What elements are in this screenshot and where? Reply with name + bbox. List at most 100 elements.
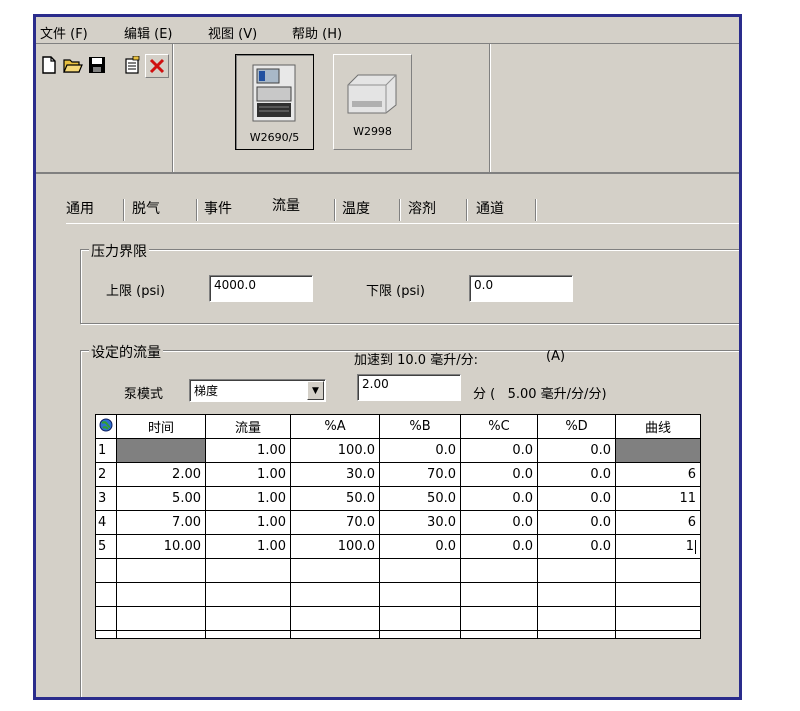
tab-separator xyxy=(466,199,467,221)
tab-separator xyxy=(334,199,335,221)
delete-button[interactable] xyxy=(145,54,169,78)
ramp-rate-label: 分 ( 5.00 毫升/分/分) xyxy=(473,387,607,402)
flow-cell[interactable]: 1.00 xyxy=(205,486,291,511)
percent-d-cell[interactable]: 0.0 xyxy=(537,462,616,487)
toolbar-area: W2690/5 W2998 xyxy=(36,44,739,174)
module-w2690[interactable]: W2690/5 xyxy=(235,54,314,150)
percent-b-cell[interactable]: 30.0 xyxy=(379,510,461,535)
percent-b-cell[interactable]: 0.0 xyxy=(379,534,461,559)
open-icon xyxy=(63,59,83,73)
tab-solvents[interactable]: 溶剂 xyxy=(408,195,436,223)
percent-a-cell[interactable]: 30.0 xyxy=(290,462,380,487)
row-number[interactable]: 1 xyxy=(95,438,117,463)
col-header-b[interactable]: %B xyxy=(379,414,461,439)
col-header-d[interactable]: %D xyxy=(537,414,616,439)
tab-events[interactable]: 事件 xyxy=(204,195,232,223)
table-row-empty[interactable] xyxy=(95,606,701,631)
menu-bar: 文件 (F) 编辑 (E) 视图 (V) 帮助 (H) xyxy=(36,17,739,44)
curve-cell-disabled xyxy=(615,438,701,463)
pda-detector-icon xyxy=(347,74,397,114)
module-label: W2998 xyxy=(353,125,392,138)
properties-icon xyxy=(125,56,140,74)
table-row: 3 5.00 1.00 50.0 50.0 0.0 0.0 11 xyxy=(95,486,701,511)
upper-limit-input[interactable]: 4000.0 xyxy=(209,275,313,302)
percent-c-cell[interactable]: 0.0 xyxy=(460,486,538,511)
table-row-empty[interactable] xyxy=(95,582,701,607)
module-w2998[interactable]: W2998 xyxy=(333,54,412,150)
delete-icon xyxy=(149,58,165,74)
percent-c-cell[interactable]: 0.0 xyxy=(460,534,538,559)
globe-icon xyxy=(99,418,113,431)
time-cell[interactable]: 5.00 xyxy=(116,486,206,511)
pump-mode-select[interactable]: 梯度 ▼ xyxy=(189,379,326,402)
col-header-time[interactable]: 时间 xyxy=(116,414,206,439)
tab-temperature[interactable]: 温度 xyxy=(342,195,370,223)
table-row: 4 7.00 1.00 70.0 30.0 0.0 0.0 6 xyxy=(95,510,701,535)
accelerate-hotkey: (A) xyxy=(546,349,566,364)
table-corner[interactable] xyxy=(95,414,117,439)
percent-a-cell[interactable]: 100.0 xyxy=(290,438,380,463)
row-number[interactable]: 4 xyxy=(95,510,117,535)
table-header-row: 时间 流量 %A %B %C %D 曲线 xyxy=(95,414,701,439)
properties-button[interactable] xyxy=(121,54,143,76)
lower-limit-label: 下限 (psi) xyxy=(366,284,425,299)
curve-cell[interactable]: 6 xyxy=(615,510,701,535)
percent-d-cell[interactable]: 0.0 xyxy=(537,534,616,559)
menu-help[interactable]: 帮助 (H) xyxy=(292,23,342,42)
percent-b-cell[interactable]: 70.0 xyxy=(379,462,461,487)
row-number[interactable]: 5 xyxy=(95,534,117,559)
table-row: 1 1.00 100.0 0.0 0.0 0.0 xyxy=(95,438,701,463)
tab-general[interactable]: 通用 xyxy=(66,195,94,223)
menu-view[interactable]: 视图 (V) xyxy=(208,23,257,42)
percent-c-cell[interactable]: 0.0 xyxy=(460,510,538,535)
ramp-time-input[interactable]: 2.00 xyxy=(357,374,461,401)
new-button[interactable] xyxy=(38,54,60,76)
row-number[interactable]: 2 xyxy=(95,462,117,487)
flow-cell[interactable]: 1.00 xyxy=(205,534,291,559)
time-cell[interactable]: 7.00 xyxy=(116,510,206,535)
tab-channels[interactable]: 通道 xyxy=(476,195,504,223)
save-button[interactable] xyxy=(86,54,108,76)
percent-d-cell[interactable]: 0.0 xyxy=(537,438,616,463)
flow-cell[interactable]: 1.00 xyxy=(205,462,291,487)
save-icon xyxy=(89,57,105,73)
percent-d-cell[interactable]: 0.0 xyxy=(537,510,616,535)
row-number[interactable]: 3 xyxy=(95,486,117,511)
menu-edit[interactable]: 编辑 (E) xyxy=(124,23,173,42)
tab-separator xyxy=(196,199,197,221)
percent-b-cell[interactable]: 50.0 xyxy=(379,486,461,511)
lower-limit-input[interactable]: 0.0 xyxy=(469,275,573,302)
curve-cell[interactable]: 11 xyxy=(615,486,701,511)
tab-separator xyxy=(123,199,124,221)
percent-c-cell[interactable]: 0.0 xyxy=(460,438,538,463)
text-caret xyxy=(695,539,696,554)
percent-a-cell[interactable]: 70.0 xyxy=(290,510,380,535)
time-cell[interactable]: 2.00 xyxy=(116,462,206,487)
time-cell[interactable]: 10.00 xyxy=(116,534,206,559)
curve-cell-value: 1 xyxy=(685,539,694,554)
table-row-empty[interactable] xyxy=(95,630,701,639)
percent-d-cell[interactable]: 0.0 xyxy=(537,486,616,511)
percent-c-cell[interactable]: 0.0 xyxy=(460,462,538,487)
percent-b-cell[interactable]: 0.0 xyxy=(379,438,461,463)
percent-a-cell[interactable]: 100.0 xyxy=(290,534,380,559)
table-row-empty[interactable] xyxy=(95,558,701,583)
open-button[interactable] xyxy=(62,54,84,76)
chevron-down-icon[interactable]: ▼ xyxy=(307,381,324,400)
col-header-flow[interactable]: 流量 xyxy=(205,414,291,439)
flow-cell[interactable]: 1.00 xyxy=(205,438,291,463)
tab-flow[interactable]: 流量 xyxy=(272,192,300,220)
flow-cell[interactable]: 1.00 xyxy=(205,510,291,535)
pump-mode-label: 泵模式 xyxy=(124,387,164,402)
accelerate-label: 加速到 10.0 毫升/分: xyxy=(354,353,478,368)
tab-degas[interactable]: 脱气 xyxy=(132,195,160,223)
curve-cell[interactable]: 6 xyxy=(615,462,701,487)
curve-cell-editing[interactable]: 1 xyxy=(615,534,701,559)
col-header-c[interactable]: %C xyxy=(460,414,538,439)
col-header-a[interactable]: %A xyxy=(290,414,380,439)
hplc-separations-module-icon xyxy=(252,64,296,122)
toolbar-divider xyxy=(489,44,491,172)
col-header-curve[interactable]: 曲线 xyxy=(615,414,701,439)
percent-a-cell[interactable]: 50.0 xyxy=(290,486,380,511)
menu-file[interactable]: 文件 (F) xyxy=(40,23,88,42)
